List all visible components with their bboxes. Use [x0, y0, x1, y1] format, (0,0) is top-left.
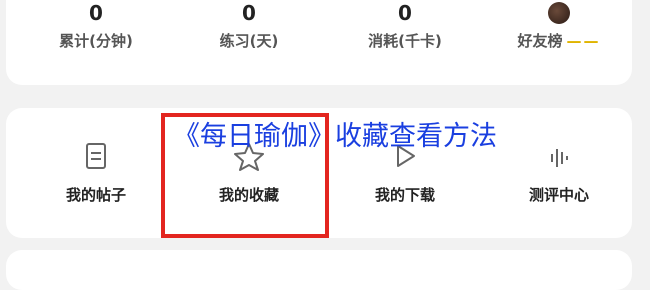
- stat-value: 0: [398, 1, 412, 25]
- stats-card: 0 累计(分钟) 0 练习(天) 0 消耗(千卡) 好友榜 ——: [6, 0, 632, 85]
- menu-item-label: 我的帖子: [65, 186, 126, 204]
- menu-item-label: 我的下载: [374, 186, 435, 204]
- stat-practice-days[interactable]: 0 练习(天): [179, 2, 319, 51]
- stat-value: 0: [89, 1, 103, 25]
- ranking-placeholder: ——: [566, 32, 601, 50]
- bottom-card: [6, 250, 632, 290]
- stat-total-minutes[interactable]: 0 累计(分钟): [26, 2, 166, 51]
- stat-label: 消耗(千卡): [368, 32, 442, 50]
- stat-calories[interactable]: 0 消耗(千卡): [335, 2, 475, 51]
- stat-label: 累计(分钟): [59, 32, 133, 50]
- stat-label: 好友榜: [517, 32, 563, 50]
- avatar: [548, 2, 570, 24]
- stat-label: 练习(天): [219, 32, 279, 50]
- friend-ranking-row: 好友榜 ——: [489, 30, 629, 51]
- stat-value: 0: [242, 1, 256, 25]
- menu-item-label: 测评中心: [528, 186, 589, 204]
- friend-avatar-wrap: [489, 2, 629, 24]
- overlay-title: 《每日瑜伽》收藏查看方法: [173, 121, 497, 152]
- stat-friend-ranking[interactable]: 好友榜 ——: [489, 2, 629, 51]
